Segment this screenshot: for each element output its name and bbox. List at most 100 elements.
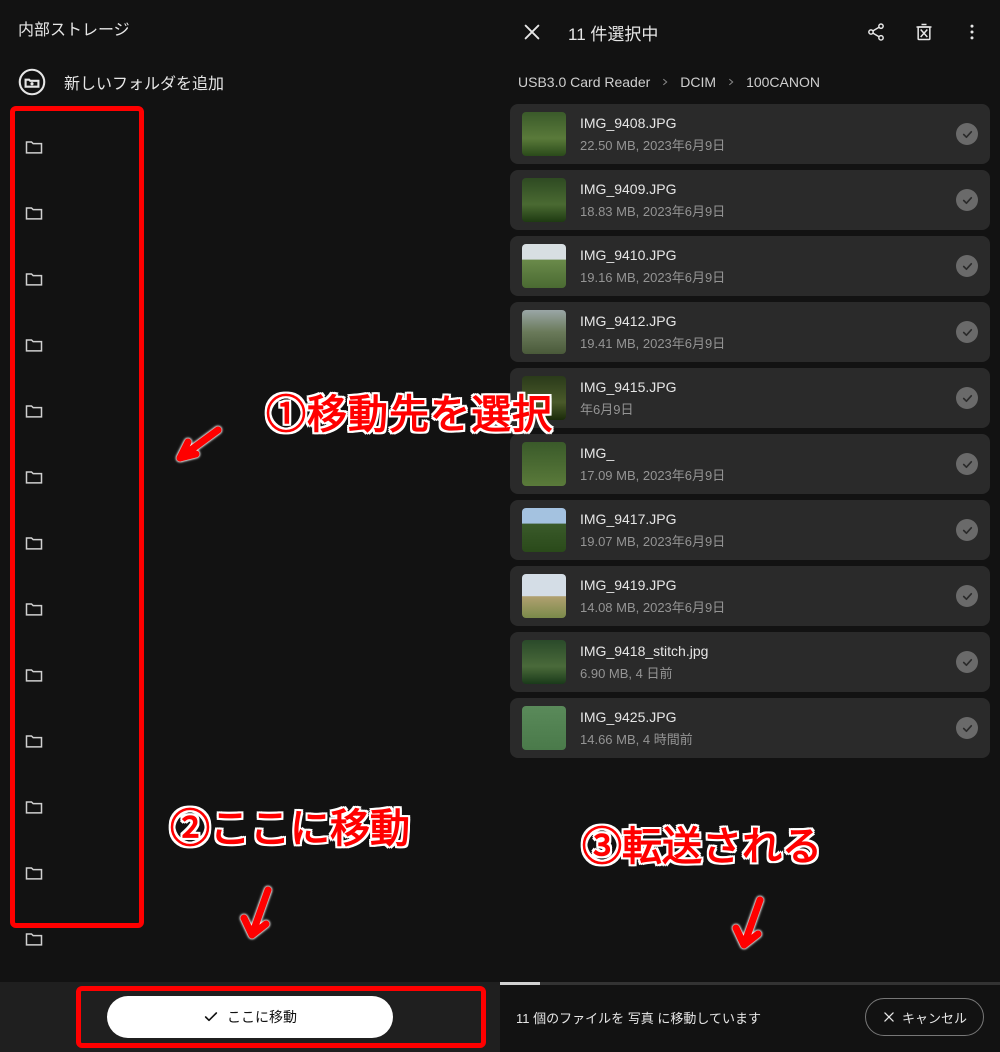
- file-meta: IMG_9412.JPG19.41 MB, 2023年6月9日: [580, 313, 942, 352]
- file-name: IMG_9408.JPG: [580, 115, 942, 131]
- folder-icon: [24, 335, 44, 355]
- file-meta: IMG_9409.JPG18.83 MB, 2023年6月9日: [580, 181, 942, 220]
- file-thumbnail: [522, 706, 566, 750]
- move-button-label: ここに移動: [227, 1007, 297, 1027]
- file-name: IMG_9419.JPG: [580, 577, 942, 593]
- file-meta: IMG_9418_stitch.jpg 6.90 MB, 4 日前: [580, 643, 942, 682]
- close-icon: [882, 1010, 896, 1024]
- file-row[interactable]: IMG_9417.JPG19.07 MB, 2023年6月9日: [510, 500, 990, 560]
- file-subtext: 6.90 MB, 4 日前: [580, 663, 942, 682]
- new-folder-row[interactable]: 新しいフォルダを追加: [0, 58, 500, 114]
- folder-item[interactable]: [24, 708, 500, 774]
- file-name: IMG_9425.JPG: [580, 709, 942, 725]
- left-pane: 内部ストレージ 新しいフォルダを追加 ここに移動 ②ここに: [0, 0, 500, 1052]
- folder-item[interactable]: [24, 576, 500, 642]
- more-button[interactable]: [952, 12, 992, 52]
- folder-icon: [24, 269, 44, 289]
- breadcrumb-mid[interactable]: DCIM: [680, 74, 716, 90]
- file-meta: IMG_9417.JPG19.07 MB, 2023年6月9日: [580, 511, 942, 550]
- selected-check-icon[interactable]: [956, 651, 978, 673]
- folder-item[interactable]: [24, 510, 500, 576]
- folder-item[interactable]: [24, 378, 500, 444]
- file-row[interactable]: IMG_9418_stitch.jpg 6.90 MB, 4 日前: [510, 632, 990, 692]
- folder-item[interactable]: [24, 180, 500, 246]
- file-row[interactable]: IMG_9419.JPG 14.08 MB, 2023年6月9日: [510, 566, 990, 626]
- file-name: IMG_9410.JPG: [580, 247, 942, 263]
- folder-icon: [24, 533, 44, 553]
- file-row[interactable]: IMG_9408.JPG 22.50 MB, 2023年6月9日: [510, 104, 990, 164]
- file-meta: IMG_9415.JPG年6月9日: [580, 379, 942, 418]
- file-row[interactable]: IMG_17.09 MB, 2023年6月9日: [510, 434, 990, 494]
- breadcrumb-leaf[interactable]: 100CANON: [746, 74, 820, 90]
- folder-icon: [24, 203, 44, 223]
- file-name: IMG_9412.JPG: [580, 313, 942, 329]
- selected-check-icon[interactable]: [956, 123, 978, 145]
- selected-check-icon[interactable]: [956, 453, 978, 475]
- file-subtext: 22.50 MB, 2023年6月9日: [580, 135, 942, 154]
- transfer-status-text: 11 個のファイルを 写真 に移動しています: [516, 1008, 853, 1027]
- file-thumbnail: [522, 574, 566, 618]
- breadcrumb-root[interactable]: USB3.0 Card Reader: [518, 74, 650, 90]
- file-row[interactable]: IMG_9410.JPG 19.16 MB, 2023年6月9日: [510, 236, 990, 296]
- folder-item[interactable]: [24, 840, 500, 906]
- more-vertical-icon: [962, 22, 982, 42]
- selected-check-icon[interactable]: [956, 585, 978, 607]
- file-subtext: 19.16 MB, 2023年6月9日: [580, 267, 942, 286]
- folder-list: [0, 114, 500, 972]
- trash-icon: [914, 22, 934, 42]
- folder-icon: [24, 467, 44, 487]
- file-thumbnail: [522, 178, 566, 222]
- progress-fill: [500, 982, 540, 985]
- right-pane: 11 件選択中 USB3.0 Card Reader: [500, 0, 1000, 1052]
- folder-icon: [24, 137, 44, 157]
- chevron-right-icon: [726, 74, 736, 90]
- folder-icon: [24, 731, 44, 751]
- file-list: IMG_9408.JPG 22.50 MB, 2023年6月9日 IMG_9409.…: [500, 104, 1000, 758]
- selection-title: 11 件選択中: [564, 20, 848, 45]
- file-row[interactable]: IMG_9409.JPG18.83 MB, 2023年6月9日: [510, 170, 990, 230]
- file-meta: IMG_9425.JPG14.66 MB, 4 時間前: [580, 709, 942, 748]
- selected-check-icon[interactable]: [956, 387, 978, 409]
- close-icon: [521, 21, 543, 43]
- folder-item[interactable]: [24, 444, 500, 510]
- move-here-button[interactable]: ここに移動: [107, 996, 393, 1038]
- selected-check-icon[interactable]: [956, 519, 978, 541]
- move-bar: ここに移動: [0, 982, 500, 1052]
- selection-header: 11 件選択中: [500, 0, 1000, 64]
- file-name: IMG_9417.JPG: [580, 511, 942, 527]
- file-thumbnail: [522, 310, 566, 354]
- file-row[interactable]: IMG_9415.JPG年6月9日: [510, 368, 990, 428]
- share-icon: [866, 22, 886, 42]
- folder-item[interactable]: [24, 114, 500, 180]
- selected-check-icon[interactable]: [956, 189, 978, 211]
- folder-item[interactable]: [24, 642, 500, 708]
- selected-check-icon[interactable]: [956, 255, 978, 277]
- transfer-bar: 11 個のファイルを 写真 に移動しています キャンセル: [500, 982, 1000, 1052]
- folder-icon: [24, 797, 44, 817]
- file-thumbnail: [522, 244, 566, 288]
- file-row[interactable]: IMG_9425.JPG14.66 MB, 4 時間前: [510, 698, 990, 758]
- new-folder-label: 新しいフォルダを追加: [64, 70, 224, 94]
- folder-item[interactable]: [24, 246, 500, 312]
- file-meta: IMG_9410.JPG 19.16 MB, 2023年6月9日: [580, 247, 942, 286]
- file-meta: IMG_17.09 MB, 2023年6月9日: [580, 445, 942, 484]
- delete-button[interactable]: [904, 12, 944, 52]
- file-row[interactable]: IMG_9412.JPG19.41 MB, 2023年6月9日: [510, 302, 990, 362]
- share-button[interactable]: [856, 12, 896, 52]
- file-name: IMG_: [580, 445, 942, 461]
- file-thumbnail: [522, 112, 566, 156]
- folder-icon: [24, 401, 44, 421]
- close-selection-button[interactable]: [508, 8, 556, 56]
- folder-item[interactable]: [24, 312, 500, 378]
- file-subtext: 14.08 MB, 2023年6月9日: [580, 597, 942, 616]
- file-thumbnail: [522, 508, 566, 552]
- folder-item[interactable]: [24, 906, 500, 972]
- cancel-button[interactable]: キャンセル: [865, 998, 984, 1036]
- selected-check-icon[interactable]: [956, 717, 978, 739]
- selected-check-icon[interactable]: [956, 321, 978, 343]
- folder-item[interactable]: [24, 774, 500, 840]
- folder-icon: [24, 599, 44, 619]
- file-name: IMG_9418_stitch.jpg: [580, 643, 942, 659]
- annotation-step3: ③転送される: [582, 814, 822, 872]
- chevron-right-icon: [660, 74, 670, 90]
